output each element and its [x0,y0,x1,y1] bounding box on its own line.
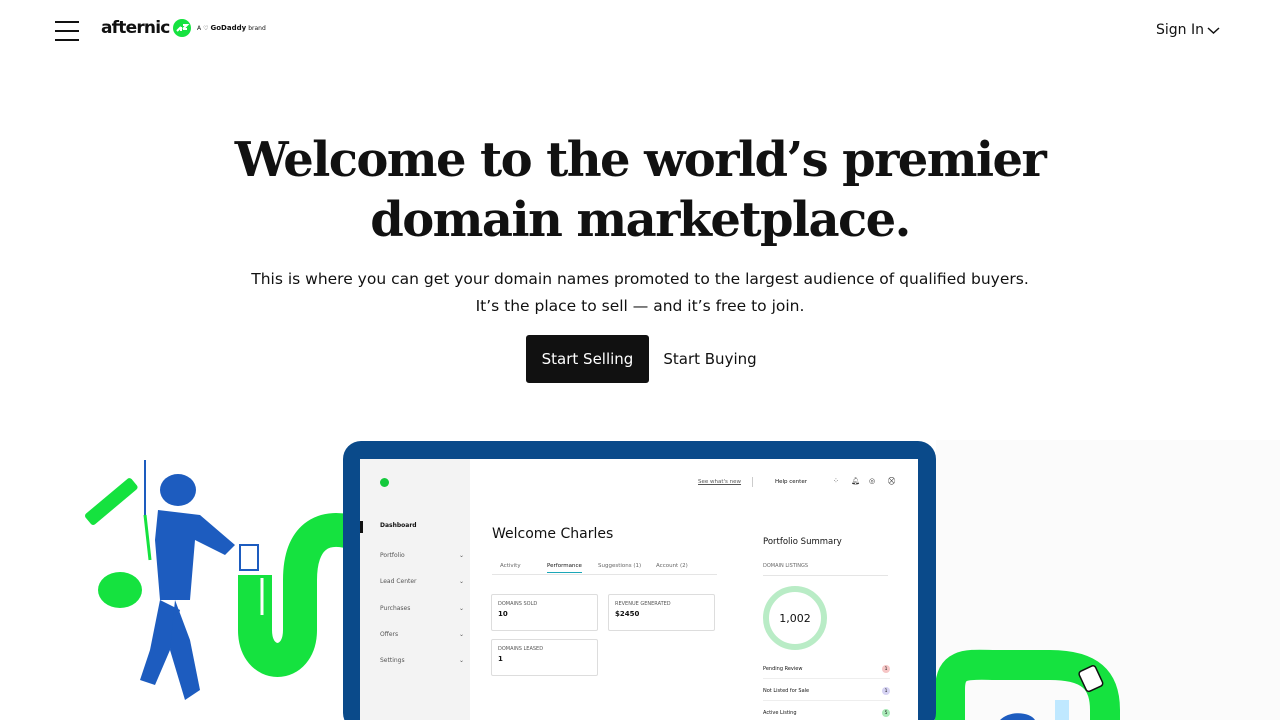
status-badge: 1 [882,687,890,695]
dashboard-welcome: Welcome Charles [492,526,614,542]
chevron-down-icon: ⌄ [458,631,464,638]
afternic-mark-icon [172,19,191,37]
cart-icon: ⛒ [888,477,896,485]
active-indicator [360,521,363,533]
divider [763,575,888,576]
godaddy-brand-tag: A ♡ GoDaddy brand [197,24,266,32]
chevron-down-icon: ⌄ [458,552,464,559]
help-center-link: Help center [775,479,807,485]
listings-donut-chart: 1,002 [763,586,827,650]
bell-icon: 🔔︎ [851,477,860,485]
start-buying-button[interactable]: Start Buying [660,335,760,383]
listings-total: 1,002 [779,611,811,625]
godaddy-heart-icon: ♡ [203,24,209,32]
chevron-down-icon: ⌄ [458,578,464,585]
status-row-active-listing: Active Listing 5 [763,709,890,720]
divider [752,477,753,487]
sidebar-item-settings: Settings ⌄ [380,657,464,664]
dashboard-preview: Dashboard Portfolio ⌄ Lead Center ⌄ Purcha… [360,459,918,720]
tab-suggestions: Suggestions (1) [598,563,642,569]
stat-card-revenue: REVENUE GENERATED $2450 [608,594,715,631]
afternic-logo[interactable]: afternic [101,18,192,38]
stat-card-domains-leased: DOMAINS LEASED 1 [491,639,598,676]
sidebar-item-offers: Offers ⌄ [380,631,464,638]
see-whats-new-link: See what's new [698,479,742,485]
person-illustration [85,460,259,700]
sidebar-item-purchases: Purchases ⌄ [380,605,464,612]
chevron-down-icon: ⌄ [458,657,464,664]
grid-icon: ⁘ [833,477,839,485]
sidebar-item-lead-center: Lead Center ⌄ [380,578,464,585]
status-row-not-listed: Not Listed for Sale 1 [763,687,890,701]
dashboard-sidebar: Dashboard Portfolio ⌄ Lead Center ⌄ Purcha… [360,459,470,720]
logo-text: afternic [101,18,170,38]
sidebar-item-dashboard: Dashboard [380,522,417,529]
status-badge: 5 [882,709,890,717]
start-selling-button[interactable]: Start Selling [526,335,649,383]
tab-account: Account (2) [656,563,688,569]
tab-performance: Performance [547,563,582,573]
hero-subtitle: This is where you can get your domain na… [251,270,1029,315]
page-title: Welcome to the world’s premier domain ma… [234,132,1047,248]
sign-in-button[interactable]: Sign In [1156,22,1220,38]
tab-activity: Activity [500,563,521,569]
status-row-pending-review: Pending Review 1 [763,665,890,679]
user-icon: ◎ [869,477,876,485]
sidebar-item-portfolio: Portfolio ⌄ [380,552,464,559]
afternic-mark-icon [380,478,389,487]
chevron-down-icon [1207,26,1220,34]
tabs-underline [492,574,717,575]
menu-icon[interactable] [55,21,79,41]
portfolio-summary-title: Portfolio Summary [763,537,842,547]
chevron-down-icon: ⌄ [458,605,464,612]
status-badge: 1 [882,665,890,673]
domain-listings-label: DOMAIN LISTINGS [763,563,809,569]
stat-card-domains-sold: DOMAINS SOLD 10 [491,594,598,631]
